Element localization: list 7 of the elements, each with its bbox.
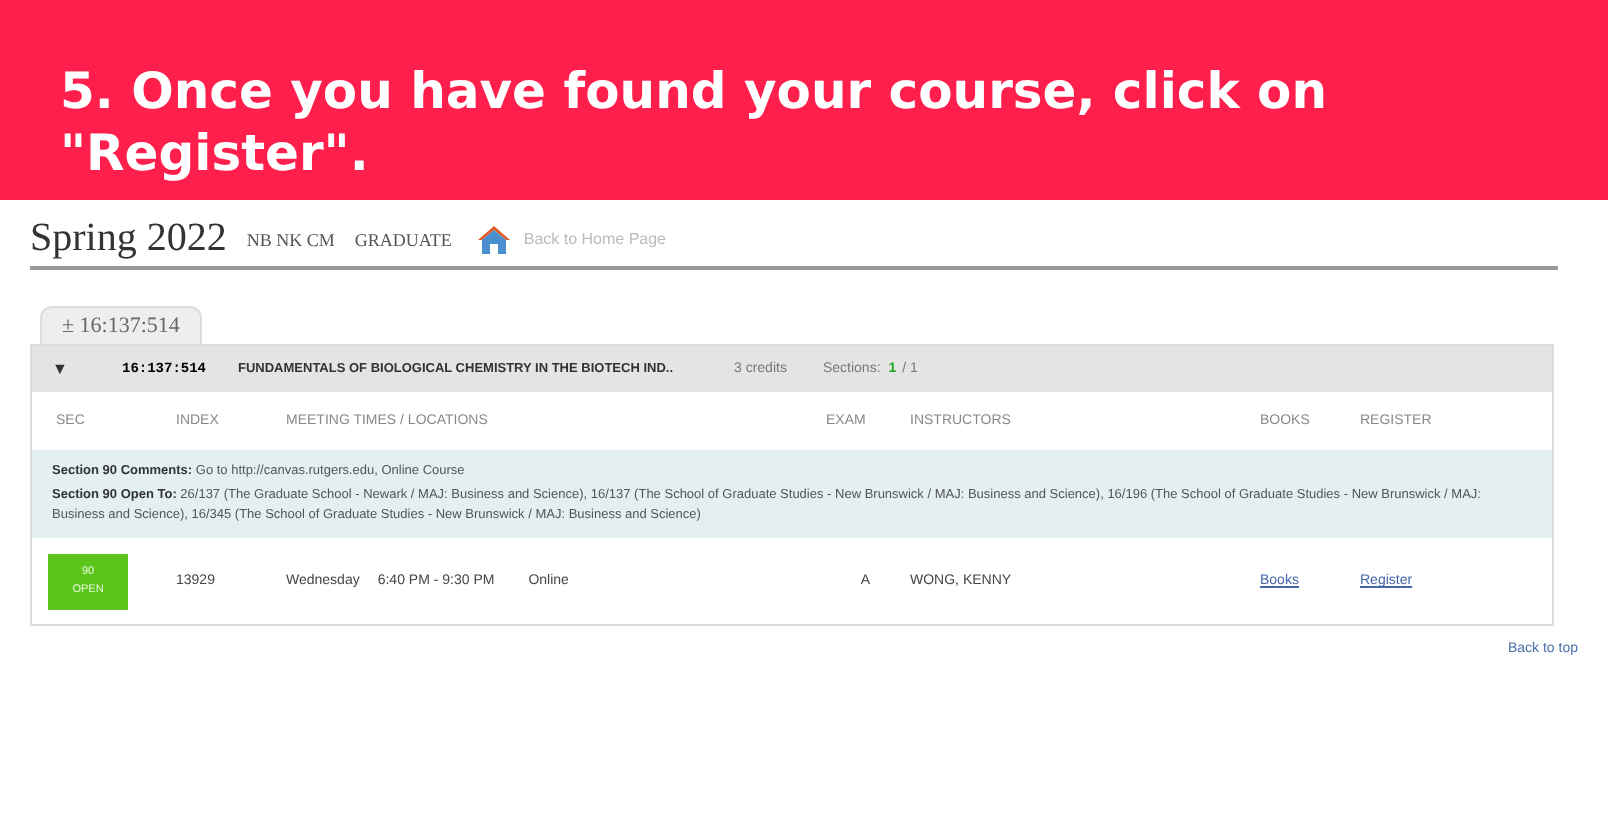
house-icon[interactable] [475, 223, 512, 255]
campus-codes: NB NK CM [246, 229, 335, 249]
course-tab[interactable]: ± 16:137:514 [40, 306, 202, 344]
banner-title: 5. Once you have found your course, click on "Register". [60, 62, 1328, 182]
level-label: GRADUATE [354, 229, 452, 249]
term-title: Spring 2022 [30, 216, 227, 262]
collapse-toggle[interactable]: ▼ [52, 360, 122, 378]
